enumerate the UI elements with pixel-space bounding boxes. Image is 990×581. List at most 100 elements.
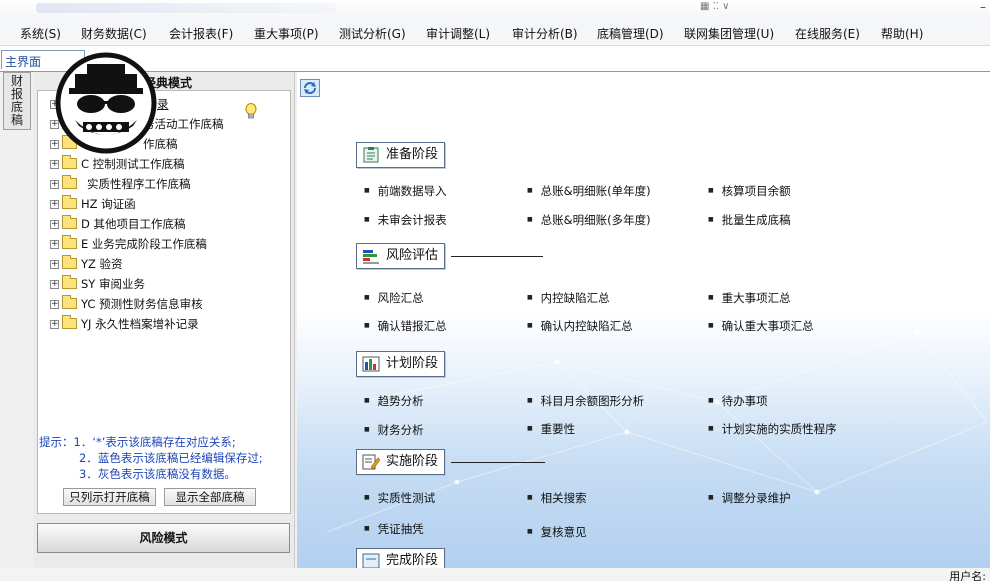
link-adjustment-entries[interactable]: 调整分录维护	[708, 490, 791, 506]
link-planned-substantive-procedures[interactable]: 计划实施的实质性程序	[708, 421, 837, 437]
link-financial-analysis[interactable]: 财务分析	[364, 422, 424, 438]
link-todo-items[interactable]: 待办事项	[708, 393, 768, 409]
link-trend-analysis[interactable]: 趋势分析	[364, 393, 424, 409]
menu-financial-data[interactable]: 财务数据(C)	[81, 25, 147, 42]
tree-item[interactable]: + SY 审阅业务	[50, 275, 145, 292]
clipboard-icon	[363, 147, 379, 163]
avatar	[55, 52, 157, 154]
window-titlebar: ▦ ⁚⁚ ∨ –	[0, 0, 990, 18]
menu-workpaper-management[interactable]: 底稿管理(D)	[597, 25, 664, 42]
username-label: 用户名:	[949, 570, 986, 581]
link-risk-summary[interactable]: 风险汇总	[364, 290, 424, 306]
folder-icon	[62, 215, 77, 229]
expand-icon[interactable]: +	[50, 220, 59, 229]
status-bar: 用户名:	[0, 568, 990, 581]
menu-test-analysis[interactable]: 测试分析(G)	[339, 25, 406, 42]
expand-icon[interactable]: +	[50, 300, 59, 309]
section-plan: 计划阶段	[356, 351, 445, 377]
tree-item-label: D 其他项目工作底稿	[81, 217, 186, 231]
folder-icon	[62, 315, 77, 329]
folder-icon	[62, 175, 77, 189]
link-monthly-balance-chart[interactable]: 科目月余额图形分析	[527, 393, 645, 409]
folder-icon	[62, 195, 77, 209]
expand-icon[interactable]: +	[50, 200, 59, 209]
section-prepare: 准备阶段	[356, 142, 445, 168]
risk-mode-button[interactable]: 风险模式	[37, 523, 290, 553]
menu-online-service[interactable]: 在线服务(E)	[795, 25, 860, 42]
side-tab-char: 稿	[10, 113, 23, 127]
side-tab-report-workpapers[interactable]: 财 报 底 稿	[3, 72, 31, 130]
link-voucher-sampling[interactable]: 凭证抽凭	[364, 521, 424, 537]
tree-item-label: 录	[157, 97, 169, 111]
minimize-icon[interactable]: –	[980, 0, 986, 14]
menu-help[interactable]: 帮助(H)	[881, 25, 923, 42]
expand-icon[interactable]: +	[50, 160, 59, 169]
link-unaudited-reports[interactable]: 未审会计报表	[364, 212, 447, 228]
link-accounting-item-balance[interactable]: 核算项目余额	[708, 183, 791, 199]
expand-icon[interactable]: +	[50, 180, 59, 189]
section-divider	[451, 462, 545, 463]
tree-item[interactable]: + C 控制测试工作底稿	[50, 155, 185, 172]
tree-item[interactable]: + D 其他项目工作底稿	[50, 215, 186, 232]
folder-icon	[62, 275, 77, 289]
expand-icon[interactable]: +	[50, 260, 59, 269]
expand-icon[interactable]: +	[50, 280, 59, 289]
link-materiality[interactable]: 重要性	[527, 421, 576, 437]
link-control-defect-summary[interactable]: 内控缺陷汇总	[527, 290, 610, 306]
expand-icon[interactable]: +	[50, 240, 59, 249]
tree-item[interactable]: + YZ 验资	[50, 255, 123, 272]
link-confirm-major-matters[interactable]: 确认重大事项汇总	[708, 318, 814, 334]
hint-line: 提示：1．‘*’表示该底稿存在对应关系;	[39, 435, 236, 449]
folder-icon	[62, 235, 77, 249]
section-title: 风险评估	[386, 248, 439, 263]
window-control-icons[interactable]: ▦ ⁚⁚ ∨	[700, 1, 729, 12]
refresh-icon[interactable]	[300, 79, 320, 97]
menu-group-management[interactable]: 联网集团管理(U)	[684, 25, 774, 42]
link-substantive-test[interactable]: 实质性测试	[364, 490, 436, 506]
tree-item-label: YJ 永久性档案增补记录	[81, 317, 199, 331]
menu-system[interactable]: 系统(S)	[20, 25, 61, 42]
folder-icon	[62, 295, 77, 309]
tree-item[interactable]: + YJ 永久性档案增补记录	[50, 315, 199, 332]
link-batch-generate[interactable]: 批量生成底稿	[708, 212, 791, 228]
menu-accounting-reports[interactable]: 会计报表(F)	[169, 25, 233, 42]
tree-item-label: C 控制测试工作底稿	[81, 157, 185, 171]
link-related-search[interactable]: 相关搜索	[527, 490, 587, 506]
link-frontend-data-import[interactable]: 前端数据导入	[364, 183, 447, 199]
menu-audit-analysis[interactable]: 审计分析(B)	[512, 25, 578, 42]
link-review-opinions[interactable]: 复核意见	[527, 524, 587, 540]
section-title: 准备阶段	[386, 147, 439, 162]
link-major-matters-summary[interactable]: 重大事项汇总	[708, 290, 791, 306]
column-chart-icon	[362, 356, 380, 372]
expand-icon[interactable]: +	[50, 320, 59, 329]
link-ledger-multi-year[interactable]: 总账&明细账(多年度)	[527, 212, 651, 228]
show-all-workpapers-button[interactable]: 显示全部底稿	[164, 488, 256, 506]
link-ledger-single-year[interactable]: 总账&明细账(单年度)	[527, 183, 651, 199]
tree-item[interactable]: + E 业务完成阶段工作底稿	[50, 235, 207, 252]
tree-item[interactable]: + YC 预测性财务信息审核	[50, 295, 203, 312]
tree-item-label: E 业务完成阶段工作底稿	[81, 237, 207, 251]
section-risk: 风险评估	[356, 243, 445, 269]
edit-document-icon	[362, 454, 380, 470]
section-title: 完成阶段	[386, 553, 439, 568]
show-open-workpapers-button[interactable]: 只列示打开底稿	[63, 488, 156, 506]
section-title: 实施阶段	[386, 454, 439, 469]
tree-item[interactable]: + HZ 询证函	[50, 195, 136, 212]
menu-audit-adjustment[interactable]: 审计调整(L)	[426, 25, 490, 42]
link-confirm-control-defect[interactable]: 确认内控缺陷汇总	[527, 318, 633, 334]
menu-major-matters[interactable]: 重大事项(P)	[254, 25, 319, 42]
section-divider	[451, 256, 543, 257]
tree-item-label: SY 审阅业务	[81, 277, 145, 291]
tree-item-label: YC 预测性财务信息审核	[81, 297, 203, 311]
menu-bar: 系统(S) 财务数据(C) 会计报表(F) 重大事项(P) 测试分析(G) 审计…	[0, 18, 990, 46]
tree-item-label: YZ 验资	[81, 257, 123, 271]
section-title: 计划阶段	[386, 356, 439, 371]
folder-icon	[62, 255, 77, 269]
section-complete: 完成阶段	[356, 548, 445, 568]
hint-line: 3．灰色表示该底稿没有数据。	[79, 467, 236, 481]
tree-item-label: 实质性程序工作底稿	[87, 177, 191, 191]
link-confirm-misstatement[interactable]: 确认错报汇总	[364, 318, 447, 334]
lightbulb-icon[interactable]	[245, 103, 257, 121]
folder-icon	[62, 155, 77, 169]
tree-item[interactable]: + 实质性程序工作底稿	[50, 175, 191, 192]
